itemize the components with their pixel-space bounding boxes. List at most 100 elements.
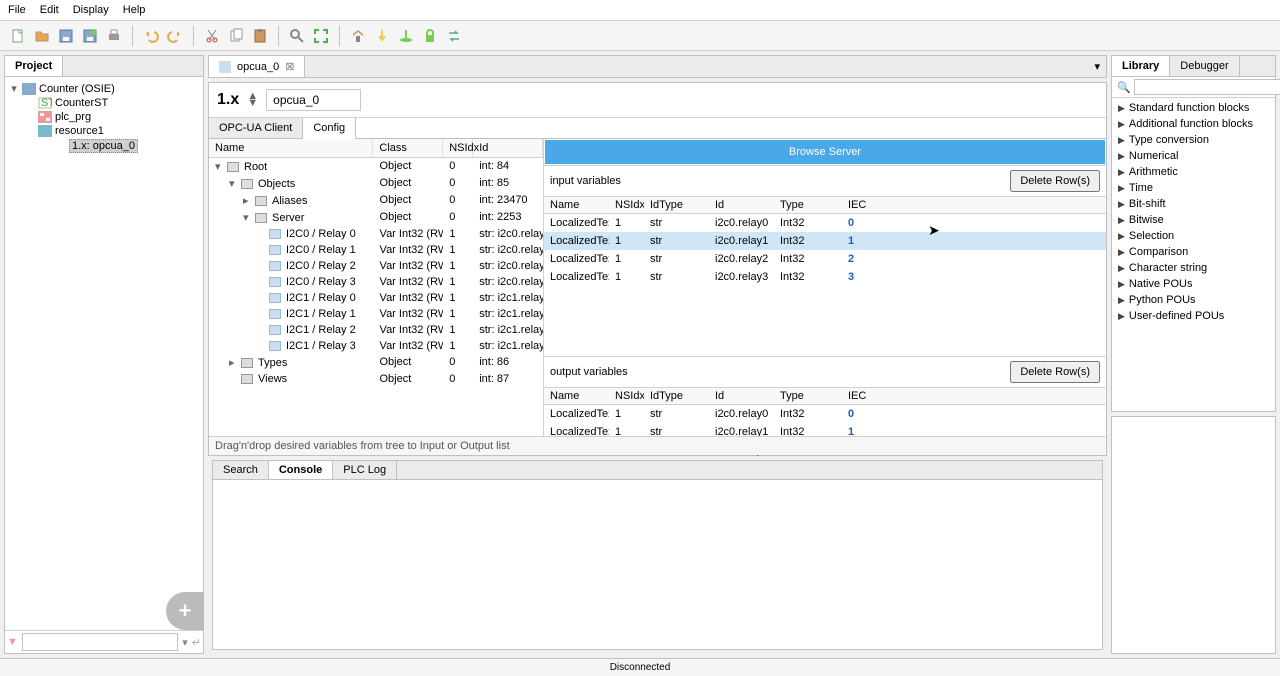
config-subtabs: OPC-UA Client Config	[209, 118, 1106, 139]
server-row[interactable]: ▾ServerObject0int: 2253	[209, 209, 543, 226]
menu-help[interactable]: Help	[123, 4, 146, 16]
new-icon[interactable]	[8, 26, 28, 46]
variable-row[interactable]: LocalizedText(Er1stri2c0.relay1Int321	[544, 232, 1106, 250]
variable-row[interactable]: LocalizedText(Er1stri2c0.relay3Int323	[544, 268, 1106, 286]
input-grid-header: NameNSIdxIdTypeIdTypeIEC	[544, 196, 1106, 214]
server-row[interactable]: I2C0 / Relay 3Var Int32 (RW)1str: i2c0.r…	[209, 274, 543, 290]
add-button-icon[interactable]: +	[166, 592, 204, 630]
menu-edit[interactable]: Edit	[40, 4, 59, 16]
server-row[interactable]: I2C1 / Relay 2Var Int32 (RW)1str: i2c1.r…	[209, 322, 543, 338]
lib-search-input[interactable]	[1134, 79, 1280, 95]
console-output	[213, 480, 1102, 649]
filter-icon: ▼	[7, 636, 18, 648]
tree-root[interactable]: ▾Counter (OSIE)	[9, 81, 199, 96]
tree-item[interactable]: resource1	[9, 124, 199, 138]
transfer-icon[interactable]	[444, 26, 464, 46]
menubar: File Edit Display Help	[0, 0, 1280, 21]
library-category[interactable]: ▶Arithmetic	[1112, 164, 1275, 180]
build-icon[interactable]	[348, 26, 368, 46]
redo-icon[interactable]	[165, 26, 185, 46]
filter-dropdown-icon[interactable]: ▾	[182, 636, 188, 649]
server-grid-header: Name Class NSIdx Id	[209, 139, 543, 158]
editor-body: 1.x ▲▼ OPC-UA Client Config Name Class N…	[208, 82, 1107, 456]
server-row[interactable]: I2C0 / Relay 1Var Int32 (RW)1str: i2c0.r…	[209, 242, 543, 258]
editor-header: 1.x ▲▼	[209, 83, 1106, 118]
subtab-config[interactable]: Config	[303, 118, 356, 139]
copy-icon[interactable]	[226, 26, 246, 46]
server-row[interactable]: I2C1 / Relay 0Var Int32 (RW)1str: i2c1.r…	[209, 290, 543, 306]
browse-server-button[interactable]: Browse Server	[545, 140, 1105, 164]
debugger-tab[interactable]: Debugger	[1170, 56, 1239, 76]
library-category[interactable]: ▶Comparison	[1112, 244, 1275, 260]
variable-row[interactable]: LocalizedText(Er1stri2c0.relay0Int320	[544, 214, 1106, 232]
project-tab[interactable]: Project	[5, 56, 63, 76]
library-category[interactable]: ▶Numerical	[1112, 148, 1275, 164]
library-category[interactable]: ▶Python POUs	[1112, 292, 1275, 308]
server-row[interactable]: I2C0 / Relay 2Var Int32 (RW)1str: i2c0.r…	[209, 258, 543, 274]
library-list: ▶Standard function blocks▶Additional fun…	[1112, 98, 1275, 411]
filter-go-icon[interactable]: ↵	[192, 636, 201, 649]
server-row[interactable]: ViewsObject0int: 87	[209, 371, 543, 387]
connect-icon[interactable]	[396, 26, 416, 46]
open-icon[interactable]	[32, 26, 52, 46]
output-grid-header: NameNSIdxIdTypeIdTypeIEC	[544, 387, 1106, 405]
paste-icon[interactable]	[250, 26, 270, 46]
project-tab-row: Project	[5, 56, 203, 77]
bottom-tab-search[interactable]: Search	[213, 461, 269, 479]
project-filter: ▼ ▾ ↵	[5, 630, 203, 653]
saveas-icon[interactable]	[80, 26, 100, 46]
search-icon[interactable]	[287, 26, 307, 46]
menu-file[interactable]: File	[8, 4, 26, 16]
output-vars-section: output variables Delete Row(s) NameNSIdx…	[544, 356, 1106, 477]
input-vars-section: input variables Delete Row(s) NameNSIdxI…	[544, 165, 1106, 356]
clean-icon[interactable]	[372, 26, 392, 46]
empty-panel	[1111, 416, 1276, 654]
library-category[interactable]: ▶Additional function blocks	[1112, 116, 1275, 132]
undo-icon[interactable]	[141, 26, 161, 46]
bottom-tab-console[interactable]: Console	[269, 461, 333, 479]
server-row[interactable]: I2C1 / Relay 1Var Int32 (RW)1str: i2c1.r…	[209, 306, 543, 322]
toolbar	[0, 21, 1280, 51]
menu-display[interactable]: Display	[73, 4, 109, 16]
library-category[interactable]: ▶Character string	[1112, 260, 1275, 276]
server-row[interactable]: ▸TypesObject0int: 86	[209, 354, 543, 371]
subtab-client[interactable]: OPC-UA Client	[209, 118, 303, 138]
server-row[interactable]: I2C0 / Relay 0Var Int32 (RW)1str: i2c0.r…	[209, 226, 543, 242]
fullscreen-icon[interactable]	[311, 26, 331, 46]
library-category[interactable]: ▶Type conversion	[1112, 132, 1275, 148]
cut-icon[interactable]	[202, 26, 222, 46]
project-tree[interactable]: ▾Counter (OSIE) STCounterST plc_prg reso…	[5, 77, 203, 592]
output-vars-title: output variables	[550, 366, 628, 378]
library-category[interactable]: ▶Selection	[1112, 228, 1275, 244]
library-category[interactable]: ▶User-defined POUs	[1112, 308, 1275, 324]
tree-item[interactable]: STCounterST	[9, 96, 199, 110]
library-category[interactable]: ▶Native POUs	[1112, 276, 1275, 292]
server-row[interactable]: ▸AliasesObject0int: 23470	[209, 192, 543, 209]
server-row[interactable]: ▾ObjectsObject0int: 85	[209, 175, 543, 192]
variable-row[interactable]: LocalizedText(Er1stri2c0.relay0Int320	[544, 405, 1106, 423]
variable-row[interactable]: LocalizedText(Er1stri2c0.relay2Int322	[544, 250, 1106, 268]
bottom-tab-plclog[interactable]: PLC Log	[333, 461, 397, 479]
library-category[interactable]: ▶Standard function blocks	[1112, 100, 1275, 116]
library-category[interactable]: ▶Bit-shift	[1112, 196, 1275, 212]
tree-item-selected[interactable]: 1.x: opcua_0	[9, 138, 199, 154]
node-name-input[interactable]	[266, 89, 361, 111]
lock-icon[interactable]	[420, 26, 440, 46]
close-tab-icon[interactable]: ⊠	[285, 60, 294, 73]
library-category[interactable]: ▶Bitwise	[1112, 212, 1275, 228]
server-row[interactable]: ▾RootObject0int: 84	[209, 158, 543, 175]
delete-output-rows-button[interactable]: Delete Row(s)	[1010, 361, 1100, 383]
delete-input-rows-button[interactable]: Delete Row(s)	[1010, 170, 1100, 192]
editor-tab-opcua[interactable]: opcua_0 ⊠	[209, 56, 305, 77]
server-row[interactable]: I2C1 / Relay 3Var Int32 (RW)1str: i2c1.r…	[209, 338, 543, 354]
tree-item[interactable]: plc_prg	[9, 110, 199, 124]
tabs-dropdown-icon[interactable]: ▾	[1088, 60, 1106, 73]
version-spinner[interactable]: ▲▼	[247, 93, 258, 107]
svg-text:ST: ST	[41, 97, 52, 109]
library-category[interactable]: ▶Time	[1112, 180, 1275, 196]
filter-input[interactable]	[22, 633, 178, 651]
print-icon[interactable]	[104, 26, 124, 46]
save-icon[interactable]	[56, 26, 76, 46]
library-tab[interactable]: Library	[1112, 56, 1170, 76]
input-vars-title: input variables	[550, 175, 621, 187]
